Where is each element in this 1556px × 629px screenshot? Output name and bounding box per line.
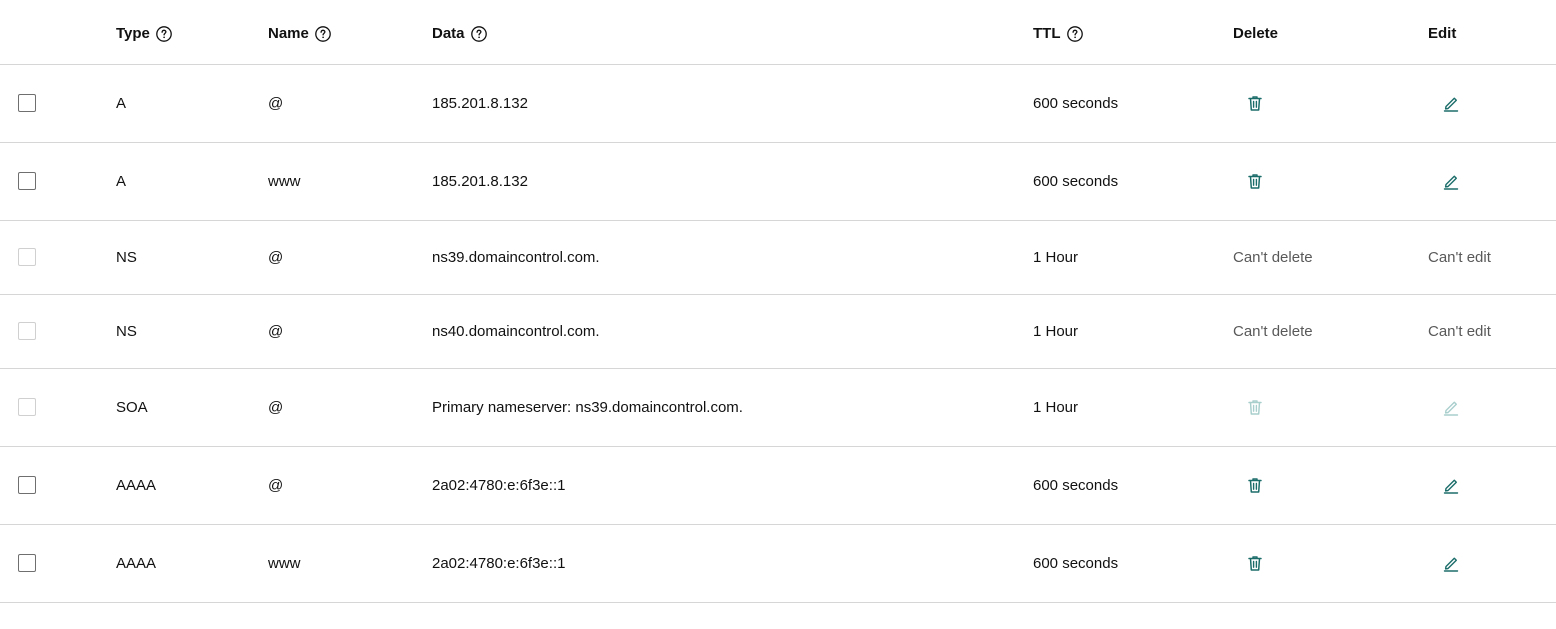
trash-icon[interactable]: [1246, 476, 1264, 494]
record-type: NS: [116, 248, 137, 266]
record-ttl: 600 seconds: [1033, 554, 1119, 572]
cant-delete-label: Can't delete: [1233, 248, 1313, 266]
row-select-checkbox: [18, 247, 36, 266]
column-header-ttl-label: TTL: [1033, 25, 1061, 42]
record-ttl: 1 Hour: [1033, 322, 1079, 340]
trash-icon[interactable]: [1246, 172, 1264, 190]
column-header-type: Type: [116, 25, 172, 42]
row-select-checkbox: [18, 397, 36, 416]
dns-records-table: Type Name Data TTL Delete Edit A @ 185.2…: [0, 0, 1556, 603]
record-name: www: [268, 172, 301, 190]
record-ttl: 1 Hour: [1033, 398, 1079, 416]
record-data: 2a02:4780:e:6f3e::1: [432, 554, 566, 572]
column-header-data-label: Data: [432, 25, 465, 42]
cant-edit-label: Can't edit: [1428, 322, 1491, 340]
cant-edit-label: Can't edit: [1428, 248, 1491, 266]
column-header-type-label: Type: [116, 25, 150, 42]
row-select-checkbox[interactable]: [18, 171, 36, 190]
column-header-ttl: TTL: [1033, 25, 1083, 42]
help-circle-icon[interactable]: [1066, 25, 1083, 42]
table-row: NS @ ns39.domaincontrol.com. 1 Hour Can't de…: [0, 221, 1556, 295]
row-select-checkbox[interactable]: [18, 553, 36, 572]
table-row: SOA @ Primary nameserver: ns39.domaincontr…: [0, 369, 1556, 447]
pencil-icon[interactable]: [1442, 476, 1460, 494]
table-row: A @185.201.8.132 600 seconds: [0, 65, 1556, 143]
help-circle-icon[interactable]: [315, 25, 331, 42]
column-header-delete-label: Delete: [1233, 25, 1279, 42]
column-header-delete: Delete: [1233, 25, 1278, 42]
row-select-checkbox[interactable]: [18, 475, 36, 494]
record-name: @: [268, 94, 284, 112]
record-data: 185.201.8.132: [432, 172, 528, 190]
record-data: ns40.domaincontrol.com.: [432, 322, 600, 340]
column-header-data: Data: [432, 25, 487, 42]
trash-icon: [1246, 398, 1264, 416]
help-circle-icon[interactable]: [156, 25, 172, 42]
trash-icon[interactable]: [1246, 554, 1264, 572]
record-name: @: [268, 322, 284, 340]
column-header-edit: Edit: [1428, 25, 1456, 42]
pencil-icon: [1442, 398, 1460, 416]
record-type: A: [116, 94, 127, 112]
column-header-name-label: Name: [268, 25, 309, 42]
trash-icon[interactable]: [1246, 94, 1264, 112]
cant-delete-label: Can't delete: [1233, 322, 1313, 340]
record-data: 2a02:4780:e:6f3e::1: [432, 476, 566, 494]
row-select-checkbox[interactable]: [18, 93, 36, 112]
record-type: AAAA: [116, 554, 157, 572]
help-circle-icon[interactable]: [470, 25, 487, 42]
record-type: NS: [116, 322, 137, 340]
table-row: NS @ ns40.domaincontrol.com. 1 Hour Can't de…: [0, 295, 1556, 369]
table-row: Awww 185.201.8.132 600 seconds: [0, 143, 1556, 221]
column-header-edit-label: Edit: [1428, 25, 1457, 42]
record-type: SOA: [116, 398, 148, 416]
record-data: 185.201.8.132: [432, 94, 528, 112]
record-ttl: 600 seconds: [1033, 172, 1119, 190]
record-ttl: 1 Hour: [1033, 248, 1079, 266]
pencil-icon[interactable]: [1442, 172, 1460, 190]
table-row: AAAA www 2a02:4780:e:6f3e::1 600 seconds: [0, 525, 1556, 603]
record-ttl: 600 seconds: [1033, 476, 1119, 494]
pencil-icon[interactable]: [1442, 554, 1460, 572]
record-name: @: [268, 248, 284, 266]
pencil-icon[interactable]: [1442, 94, 1460, 112]
record-type: AAAA: [116, 476, 157, 494]
record-name: @: [268, 398, 284, 416]
row-select-checkbox: [18, 321, 36, 340]
record-name: @: [268, 476, 284, 494]
record-data: Primary nameserver: ns39.domaincontrol.c…: [432, 398, 743, 416]
column-header-name: Name: [268, 25, 331, 42]
table-body: A @185.201.8.132 600 seconds Awww 185.201.8.…: [0, 65, 1556, 603]
record-data: ns39.domaincontrol.com.: [432, 248, 600, 266]
record-ttl: 600 seconds: [1033, 94, 1119, 112]
record-type: A: [116, 172, 127, 190]
record-name: www: [268, 554, 301, 572]
table-header: Type Name Data TTL Delete Edit: [0, 0, 1556, 65]
table-row: AAAA @2a02:4780:e:6f3e::1 600 seconds: [0, 447, 1556, 525]
